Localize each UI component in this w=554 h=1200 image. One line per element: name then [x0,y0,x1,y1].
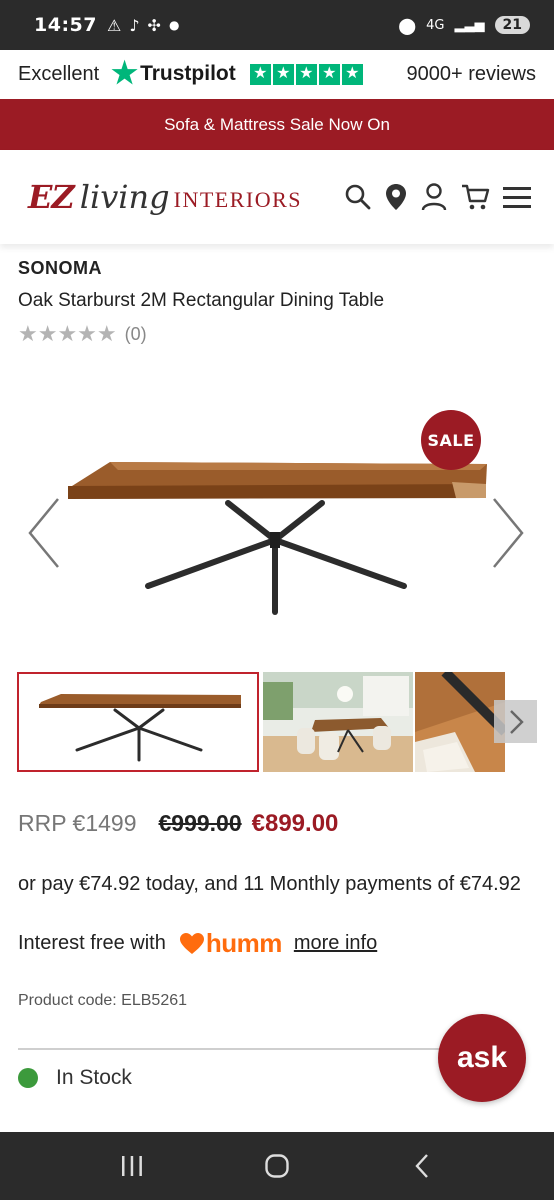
interest-free-row: Interest free with humm more info [18,928,377,959]
logo-living: living [79,178,170,216]
humm-logo: humm [178,928,282,959]
sale-price: €899.00 [251,810,339,837]
warning-icon: ⚠ [106,15,122,35]
thumbnail-3[interactable] [415,672,505,772]
search-icon[interactable] [344,183,372,211]
location-status-icon: ⬤ [398,15,417,35]
thumbnail-strip [17,672,537,772]
trustpilot-brand: Trustpilot [140,62,236,85]
menu-icon[interactable] [502,184,532,210]
product-brand: SONOMA [18,258,102,278]
status-notification-icons: ⚠ ♪ ✣ ● [107,16,179,35]
logo-interiors: INTERIORS [173,187,303,212]
thumbnail-1[interactable] [17,672,259,772]
trustpilot-logo: ★ Trustpilot [111,59,236,89]
location-icon[interactable] [384,182,408,212]
site-logo[interactable]: EZ living INTERIORS [28,178,302,216]
stock-status: In Stock [18,1066,132,1090]
thumbnail-2[interactable] [263,672,413,772]
more-info-link[interactable]: more info [294,932,377,955]
system-nav-bar [0,1132,554,1200]
recent-apps-icon[interactable] [112,1146,152,1186]
rrp-price: RRP €1499 [18,810,137,836]
price-row: RRP €1499 €999.00 €899.00 [18,810,338,838]
trustpilot-rating-word: Excellent [18,62,100,85]
stock-label: In Stock [56,1066,132,1089]
divider [18,1048,442,1050]
trustpilot-star-icon: ★ [111,57,139,90]
logo-ez: EZ [28,178,75,216]
header-icons [344,182,532,212]
promo-banner[interactable]: Sofa & Mattress Sale Now On [0,99,554,150]
tiktok-icon: ♪ [129,15,140,35]
trustpilot-reviews: 9000+ reviews [406,62,536,85]
cart-icon[interactable] [460,182,490,212]
star-icon: ★ [249,63,271,85]
chevron-right-icon [509,709,524,734]
rating-count: (0) [124,324,147,344]
chevron-left-icon[interactable] [24,495,64,571]
interest-free-label: Interest free with [18,932,166,954]
signal-icon: ▂▃▅ [454,17,485,33]
account-icon[interactable] [420,182,448,212]
product-title: Oak Starburst 2M Rectangular Dining Tabl… [18,290,385,311]
home-icon[interactable] [257,1146,297,1186]
network-label: 4G [426,17,445,33]
dot-icon: ● [168,18,180,32]
product-rating[interactable]: ★★★★★ (0) [18,322,147,347]
sale-badge: SALE [421,410,481,470]
status-time: 14:57 [34,14,97,36]
humm-label: humm [205,928,283,958]
was-price: €999.00 [158,810,242,836]
humm-icon [179,932,204,954]
status-right: ⬤ 4G ▂▃▅ 21 [398,16,530,35]
trustpilot-stars: ★ ★ ★ ★ ★ [249,63,363,85]
payment-plan-text: or pay €74.92 today, and 11 Monthly paym… [18,873,521,895]
site-header: EZ living INTERIORS [0,150,554,244]
star-icon: ★ [341,63,363,85]
trustpilot-bar[interactable]: Excellent ★ Trustpilot ★ ★ ★ ★ ★ 9000+ r… [0,50,554,98]
battery-indicator: 21 [494,16,530,34]
fan-icon: ✣ [147,15,161,35]
back-icon[interactable] [402,1146,442,1186]
ask-chat-button[interactable]: ask [438,1014,526,1102]
rating-stars: ★★★★★ [18,322,117,347]
thumbnail-next-button[interactable] [494,700,537,743]
product-code: Product code: ELB5261 [18,992,188,1009]
in-stock-dot-icon [18,1068,38,1088]
chevron-right-icon[interactable] [488,495,528,571]
star-icon: ★ [318,63,340,85]
star-icon: ★ [295,63,317,85]
star-icon: ★ [272,63,294,85]
status-bar: 14:57 ⚠ ♪ ✣ ● ⬤ 4G ▂▃▅ 21 [0,0,554,50]
